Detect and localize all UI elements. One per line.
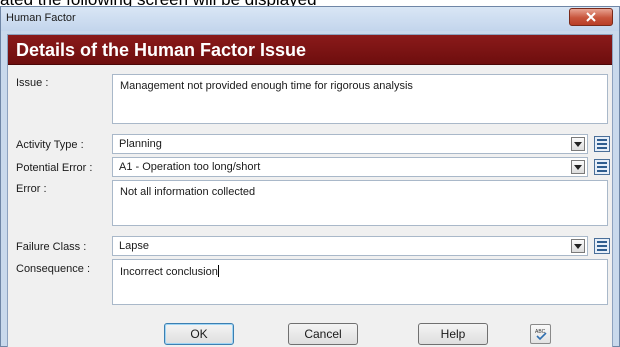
potential-error-list-button[interactable] <box>593 158 611 176</box>
potential-error-select[interactable]: A1 - Operation too long/short <box>112 157 588 177</box>
potential-error-dropdown-button[interactable] <box>571 160 585 174</box>
chevron-down-icon <box>574 141 582 147</box>
dialog-client-area: Details of the Human Factor Issue Issue … <box>7 34 613 347</box>
failure-class-label: Failure Class : <box>16 241 87 253</box>
header-bar: Details of the Human Factor Issue <box>8 35 612 65</box>
failure-class-select[interactable]: Lapse <box>112 236 588 256</box>
ok-button[interactable]: OK <box>164 323 234 345</box>
activity-type-select[interactable]: Planning <box>112 134 588 154</box>
spell-check-icon: ABC <box>535 329 547 341</box>
title-bar[interactable]: Human Factor <box>1 7 619 31</box>
issue-label: Issue : <box>16 77 49 89</box>
potential-error-value: A1 - Operation too long/short <box>119 161 261 173</box>
dialog-window: Human Factor Details of the Human Factor… <box>0 6 620 347</box>
list-editor-icon <box>594 159 610 175</box>
list-editor-icon <box>594 238 610 254</box>
page-title: Details of the Human Factor Issue <box>16 40 307 60</box>
spell-check-button[interactable]: ABC <box>530 324 551 344</box>
error-label: Error : <box>16 183 47 195</box>
cancel-button[interactable]: Cancel <box>288 323 358 345</box>
consequence-label: Consequence : <box>16 263 90 275</box>
failure-class-dropdown-button[interactable] <box>571 239 585 253</box>
activity-type-value: Planning <box>119 138 162 150</box>
consequence-value: Incorrect conclusion <box>120 266 218 278</box>
window-title: Human Factor <box>6 12 76 24</box>
error-field[interactable]: Not all information collected <box>112 180 608 226</box>
close-icon <box>586 12 596 22</box>
close-button[interactable] <box>569 8 613 26</box>
activity-type-dropdown-button[interactable] <box>571 137 585 151</box>
failure-class-value: Lapse <box>119 240 149 252</box>
consequence-field[interactable]: Incorrect conclusion <box>112 259 608 305</box>
help-button[interactable]: Help <box>418 323 488 345</box>
failure-class-list-button[interactable] <box>593 237 611 255</box>
chevron-down-icon <box>574 164 582 170</box>
text-caret <box>217 265 219 277</box>
issue-field[interactable]: Management not provided enough time for … <box>112 74 608 124</box>
activity-type-list-button[interactable] <box>593 135 611 153</box>
activity-type-label: Activity Type : <box>16 139 84 151</box>
list-editor-icon <box>594 136 610 152</box>
potential-error-label: Potential Error : <box>16 162 93 174</box>
chevron-down-icon <box>574 243 582 249</box>
